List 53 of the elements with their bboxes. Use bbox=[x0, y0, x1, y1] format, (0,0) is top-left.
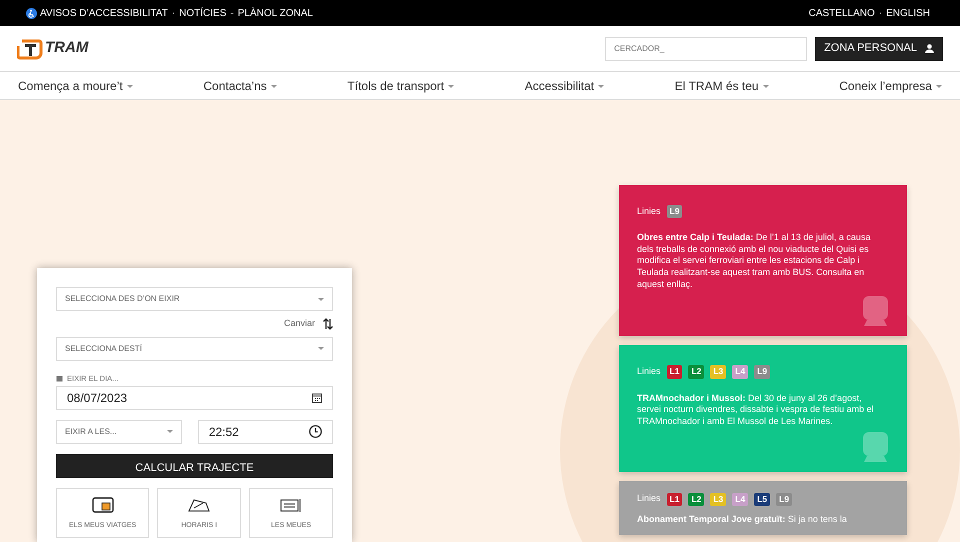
search-field[interactable]: CERCADOR_ bbox=[605, 36, 808, 60]
ticket-icon bbox=[280, 496, 302, 513]
line-badge: L3 bbox=[710, 365, 726, 379]
origin-select[interactable]: SELECCIONA DES D’ON EIXIR bbox=[56, 287, 333, 311]
line-badge: L9 bbox=[666, 205, 682, 218]
nav-menu-item[interactable]: Títols de transport bbox=[347, 76, 454, 94]
personal-zone-button[interactable]: ZONA PERSONAL bbox=[815, 36, 943, 60]
line-badge: L2 bbox=[688, 492, 704, 506]
nav-menu-item[interactable]: Accessibilitat bbox=[524, 76, 604, 94]
separator: - bbox=[230, 6, 234, 20]
accessibility-icon bbox=[26, 8, 37, 18]
notice-text: Abonament Temporal Jove gratuït: Si ja no tens la bbox=[637, 514, 848, 526]
top-bar-link[interactable]: NOTÍCIES bbox=[179, 6, 226, 20]
notice-text: Obres entre Calp i Teulada: De l’1 al 13 de juliol, a causa dels treballs de connexió amb el nou viaducte del Quisi es modifica el servei ferroviari entre les estacions de Calp i Teulada realitzant-se aquest tram amb BUS. Consulta en aquest enllaç. bbox=[637, 232, 872, 290]
lines-label: Linies bbox=[637, 366, 661, 378]
notice-card[interactable]: Linies L1 L2 L3 L4 L9 TRAMnochador i Mussol: Del 30 de juny al 26 d’agost, servei nocturn divendres, dissabte i vespra de festiu amb el TRAMnochador i amb El Mussol de Les Marines. bbox=[619, 345, 907, 472]
line-badge: L1 bbox=[666, 365, 682, 379]
nav-menu-item[interactable]: Comença a moure’t bbox=[18, 76, 133, 94]
calculate-route-button[interactable]: CALCULAR TRAJECTE bbox=[56, 454, 333, 478]
notice-card[interactable] bbox=[619, 185, 907, 336]
top-bar-link[interactable]: AVISOS D’ACCESSIBILITAT bbox=[40, 6, 168, 20]
line-badge: L5 bbox=[754, 492, 770, 506]
notice-text: TRAMnochador i Mussol: Del 30 de juny al 26 d’agost, servei nocturn divendres, dissabte i vespra de festiu amb el TRAMnochador i amb El Mussol de Les Marines. bbox=[637, 392, 875, 428]
clock-icon bbox=[309, 425, 322, 438]
line-badge: L4 bbox=[732, 365, 748, 379]
user-icon bbox=[925, 44, 934, 53]
nav-menu-item[interactable]: El TRAM és teu bbox=[674, 76, 769, 94]
separator: · bbox=[878, 6, 882, 20]
map-icon bbox=[188, 496, 210, 513]
swap-arrows-icon bbox=[323, 318, 333, 330]
line-badge: L1 bbox=[666, 492, 682, 506]
card-icon bbox=[92, 496, 114, 513]
nav-menu-item[interactable]: Coneix l’empresa bbox=[839, 76, 942, 94]
top-bar-link[interactable]: CASTELLANO bbox=[808, 6, 875, 20]
departure-mode-select[interactable]: EIXIR A LES... bbox=[56, 420, 182, 444]
notice-card[interactable]: Linies L1 L2 L3 L4 L5 L9 Abonament Temporal Jove gratuït: Si ja no tens la bbox=[619, 480, 907, 536]
tram-logo[interactable]: TRAM bbox=[17, 37, 88, 60]
lines-label: Linies bbox=[637, 206, 661, 218]
lines-label: Linies bbox=[637, 493, 661, 505]
top-bar-link[interactable]: PLÀNOL ZONAL bbox=[238, 6, 313, 20]
nav-menu-item[interactable]: Contacta’ns bbox=[203, 76, 277, 94]
swap-button[interactable]: Canviar bbox=[284, 317, 333, 330]
line-badge: L4 bbox=[732, 492, 748, 506]
destination-select[interactable]: SELECCIONA DESTÍ bbox=[56, 336, 333, 360]
line-badge: L9 bbox=[754, 365, 770, 379]
date-field[interactable]: 08/07/2023 bbox=[56, 386, 333, 410]
top-bar-link[interactable]: ENGLISH bbox=[886, 6, 930, 20]
line-badge: L9 bbox=[776, 492, 792, 506]
line-badge: L3 bbox=[710, 492, 726, 506]
line-badge: L2 bbox=[688, 365, 704, 379]
logo-icon bbox=[17, 38, 43, 60]
separator: · bbox=[172, 6, 176, 20]
time-field[interactable]: 22:52 bbox=[198, 420, 333, 444]
